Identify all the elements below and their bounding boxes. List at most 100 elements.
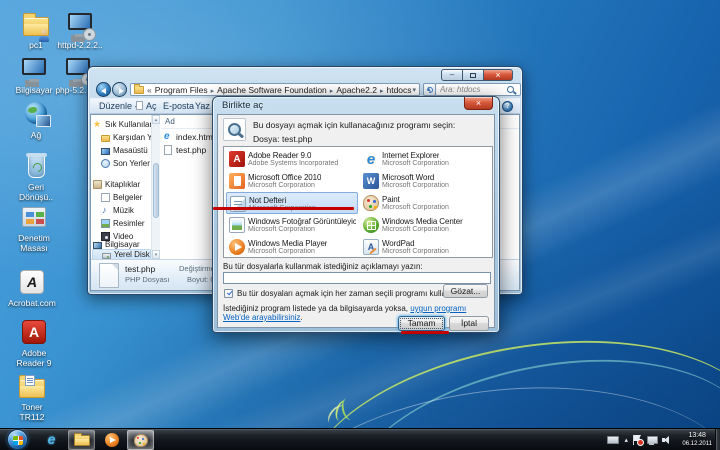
sidebar-item-documents[interactable]: Belgeler (101, 192, 151, 203)
breadcrumb-segment[interactable]: Apache2.2 (327, 85, 377, 95)
desktop-icon-recycle-bin[interactable]: Geri Dönüşü.. (12, 152, 60, 203)
desktop-icon-ag[interactable]: Ağ (12, 100, 60, 141)
program-name: Microsoft Office 2010 (248, 173, 321, 182)
program-item-adobe-reader[interactable]: Adobe Reader 9.0 Adobe Systems Incorpora… (226, 148, 358, 170)
address-bar[interactable]: « Program Files Apache Software Foundati… (130, 83, 420, 96)
desktop-icon-acrobat-com[interactable]: Acrobat.com (8, 268, 56, 309)
taskbar-item-media-player[interactable] (98, 430, 125, 450)
documents-icon (101, 193, 110, 202)
program-item-photo-viewer[interactable]: Windows Fotoğraf Görüntüleyicisi Microso… (226, 214, 358, 236)
star-icon (93, 120, 102, 129)
program-item-media-player[interactable]: Windows Media Player Microsoft Corporati… (226, 236, 358, 258)
sidebar-item-drive-c[interactable]: Yerel Disk (C:) (92, 249, 151, 259)
dialog-close-button[interactable]: × (464, 97, 493, 110)
sidebar-item-favorites[interactable]: Sık Kullanılanlar (93, 119, 151, 130)
taskbar-item-explorer[interactable] (68, 430, 95, 450)
desktop-icon-pc1[interactable]: pc1 (12, 10, 60, 51)
toolbar-print-button[interactable]: Yaz (195, 101, 210, 111)
desktop-icon-adobe-reader[interactable]: Adobe Reader 9 (10, 318, 58, 369)
sidebar-item-recent[interactable]: Son Yerler (101, 158, 151, 169)
breadcrumb-overflow-icon[interactable]: « (147, 85, 152, 95)
scroll-down-icon[interactable]: ▾ (152, 250, 160, 259)
description-input[interactable] (223, 272, 491, 284)
browse-button[interactable]: Gözat... (443, 284, 488, 298)
desktop-icon-bilgisayar[interactable]: Bilgisayar (10, 55, 58, 96)
drive-icon (102, 253, 111, 259)
search-box[interactable]: Ara: htdocs (435, 83, 521, 96)
program-vendor: Microsoft Corporation (248, 182, 315, 189)
back-button[interactable] (96, 82, 111, 97)
sidebar-item-desktop[interactable]: Masaüstü (101, 145, 151, 156)
taskbar-item-internet-explorer[interactable] (38, 430, 65, 450)
breadcrumb-segment[interactable]: htdocs (377, 85, 412, 95)
sidebar-item-downloads[interactable]: Karşıdan Yüklem (101, 132, 151, 143)
toolbar-email-button[interactable]: E-posta (163, 101, 194, 111)
desktop-icon-label: pc1 (12, 41, 60, 51)
chevron-down-icon[interactable]: ▾ (412, 86, 416, 94)
program-item-media-center[interactable]: Windows Media Center Microsoft Corporati… (360, 214, 492, 236)
program-item-notepad-selected[interactable]: Not Defteri Microsoft Corporation (226, 192, 358, 214)
acrobat-icon (20, 270, 44, 294)
scrollbar-thumb[interactable] (153, 163, 159, 218)
sidebar-scrollbar[interactable]: ▴ ▾ (151, 115, 160, 259)
desktop-icon-label: Denetim Masası (10, 234, 58, 254)
scroll-up-icon[interactable]: ▴ (152, 115, 160, 124)
close-button[interactable]: × (483, 69, 513, 81)
dialog-title: Birlikte aç (222, 100, 263, 111)
network-icon[interactable] (647, 436, 657, 445)
program-item-paint[interactable]: Paint Microsoft Corporation (360, 192, 492, 214)
program-name: Not Defteri (249, 196, 286, 205)
column-header-name[interactable]: Ad (165, 117, 175, 126)
desktop-icon-label: Geri Dönüşü.. (12, 183, 60, 203)
open-with-dialog: Birlikte aç × Bu dosyayı açmak için kull… (212, 96, 500, 333)
program-name: Microsoft Word (382, 173, 434, 182)
minimize-button[interactable]: – (441, 69, 462, 81)
start-button[interactable] (7, 429, 28, 450)
desktop-icon-httpd[interactable]: httpd-2.2.2.. (56, 10, 104, 51)
maximize-button[interactable] (462, 69, 483, 81)
folder-icon (134, 86, 144, 94)
taskbar-item-paint[interactable] (127, 430, 154, 450)
open-with-icon-box (223, 118, 246, 141)
language-keyboard-icon[interactable] (607, 436, 619, 444)
action-center-flag-icon[interactable] (633, 435, 642, 445)
program-item-internet-explorer[interactable]: Internet Explorer Microsoft Corporation (360, 148, 492, 170)
sidebar-item-libraries[interactable]: Kitaplıklar (93, 179, 151, 190)
help-icon[interactable]: ? (502, 101, 513, 112)
media-center-icon (363, 217, 379, 233)
toolbar-organize-button[interactable]: Düzenle (99, 101, 138, 111)
hint-text: İstediğiniz program listede ya da bilgis… (223, 304, 410, 313)
breadcrumb-segment[interactable]: Program Files (155, 85, 208, 95)
ok-button[interactable]: Tamam (398, 316, 445, 331)
paint-icon (363, 195, 379, 211)
forward-button[interactable] (112, 82, 127, 97)
program-vendor: Microsoft Corporation (248, 248, 315, 255)
file-row-test-php[interactable]: test.php (163, 144, 206, 156)
program-vendor: Microsoft Corporation (382, 204, 449, 211)
media-player-icon (229, 239, 245, 255)
toolbar-open-button[interactable]: Aç (136, 101, 157, 111)
sidebar-item-music[interactable]: Müzik (101, 205, 151, 216)
sidebar-item-pictures[interactable]: Resimler (101, 218, 151, 229)
cancel-button[interactable]: İptal (449, 316, 489, 331)
desktop-icon-control-panel[interactable]: Denetim Masası (10, 203, 58, 254)
check-icon (226, 290, 231, 295)
file-value: test.php (282, 134, 312, 144)
office-icon (229, 173, 245, 189)
program-item-word[interactable]: Microsoft Word Microsoft Corporation (360, 170, 492, 192)
program-item-wordpad[interactable]: WordPad Microsoft Corporation (360, 236, 492, 258)
show-desktop-button[interactable] (715, 429, 720, 450)
volume-icon[interactable] (662, 435, 672, 445)
file-row-index-html[interactable]: index.html (163, 131, 215, 143)
system-tray: ▴ (607, 429, 672, 450)
always-use-checkbox[interactable] (224, 289, 233, 298)
details-file-type: PHP Dosyası (125, 275, 169, 284)
program-vendor: Microsoft Corporation (382, 182, 449, 189)
taskbar-clock[interactable]: 13:48 06.12.2011 (682, 431, 712, 448)
desktop-icon-toner[interactable]: Toner TR112 (8, 372, 56, 423)
network-icon (25, 102, 47, 124)
breadcrumb-segment[interactable]: Apache Software Foundation (208, 85, 327, 95)
program-item-office[interactable]: Microsoft Office 2010 Microsoft Corporat… (226, 170, 358, 192)
hint-text: . (300, 313, 302, 322)
show-hidden-icons-icon[interactable]: ▴ (624, 437, 628, 444)
